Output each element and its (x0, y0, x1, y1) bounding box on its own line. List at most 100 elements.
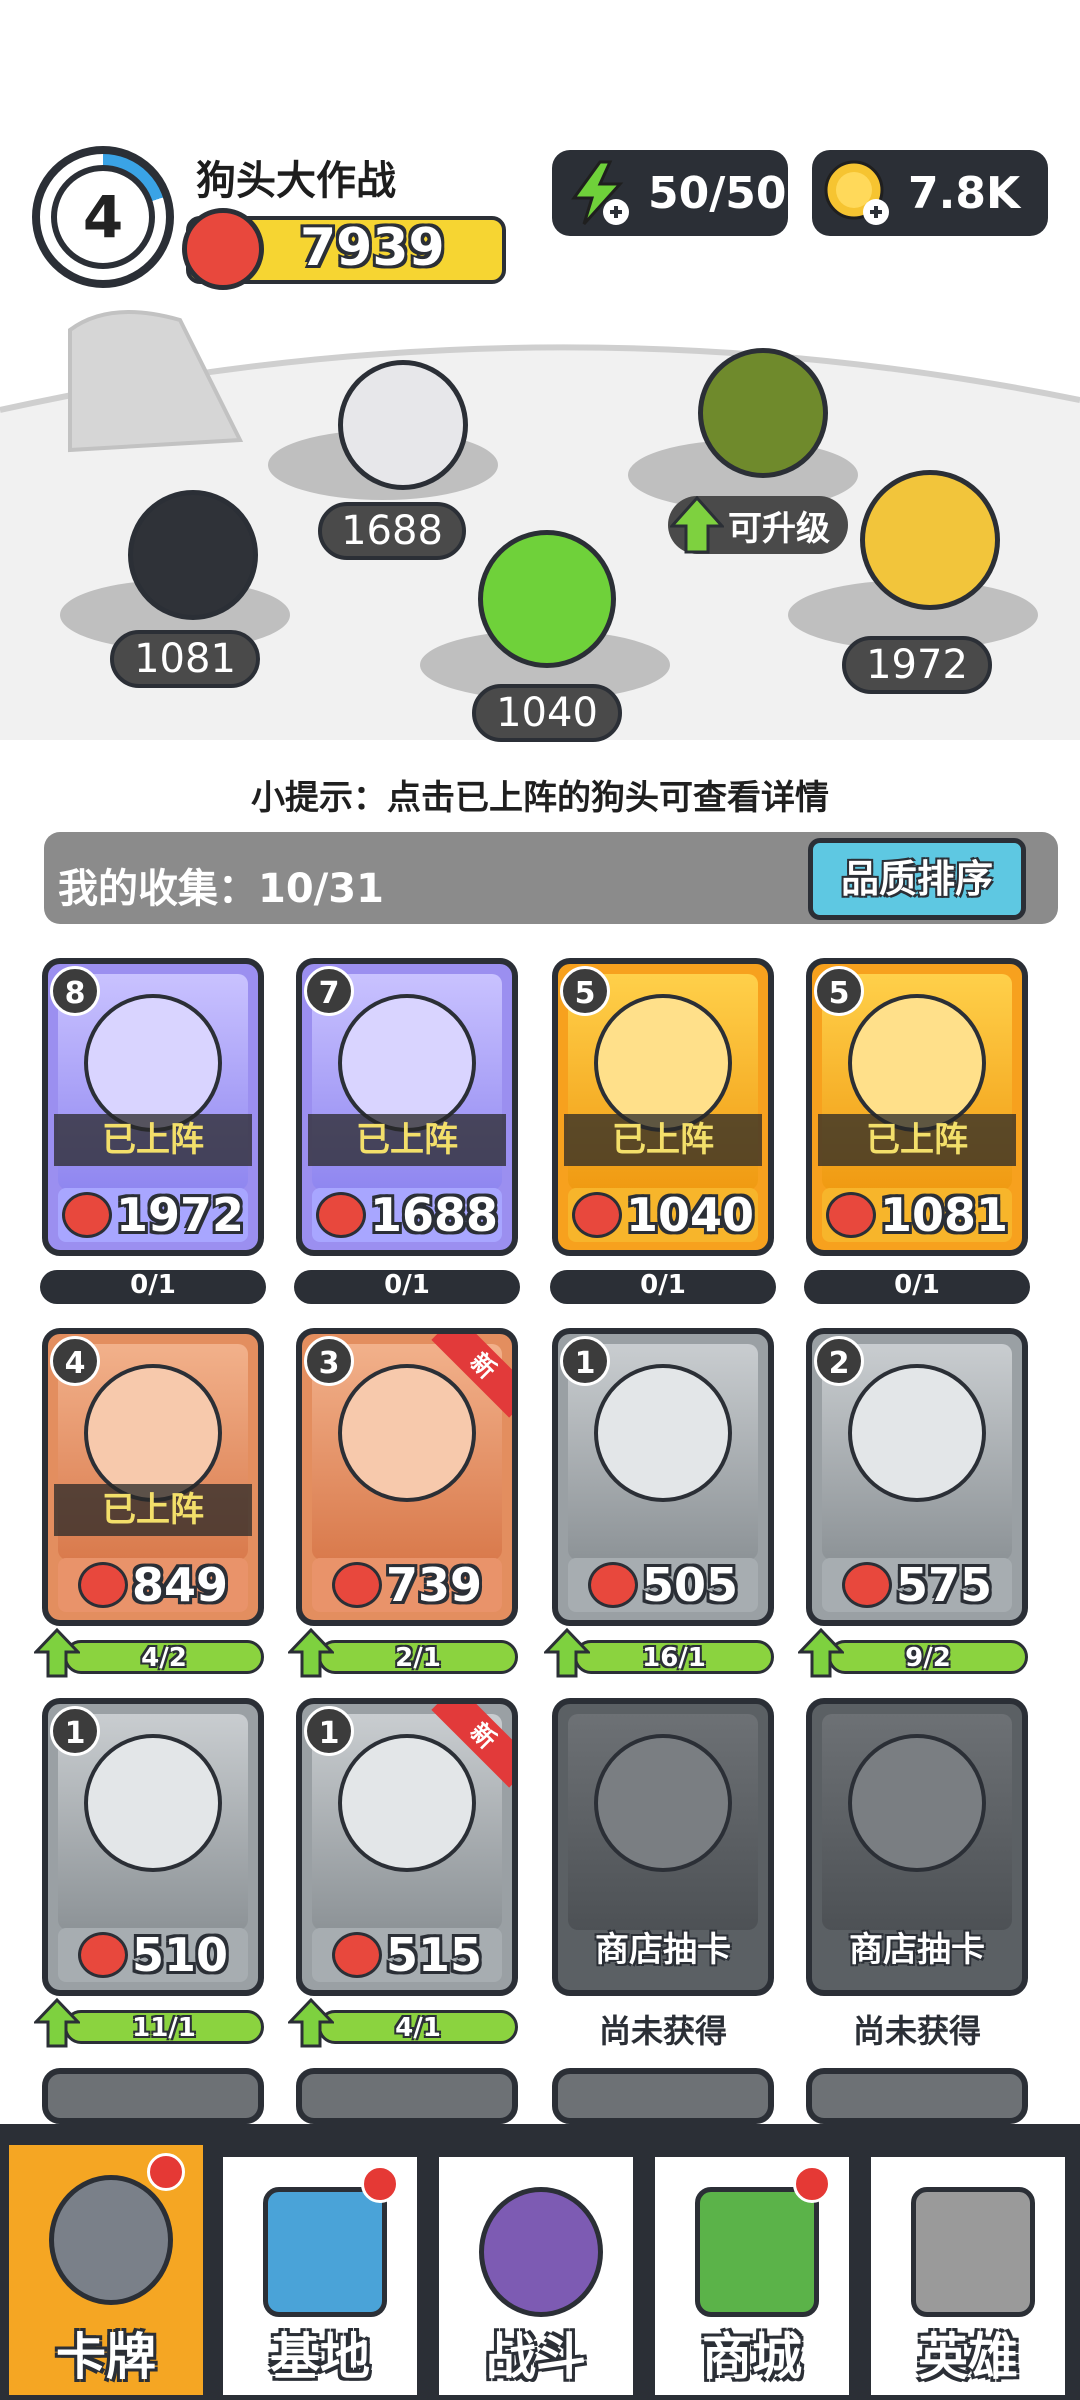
nav-tab-1[interactable]: 基地 (218, 2152, 422, 2400)
notification-dot (793, 2165, 831, 2203)
upgrade-arrow-icon[interactable] (34, 1998, 80, 2048)
dog-card[interactable] (296, 2068, 518, 2124)
dog-card[interactable] (552, 2068, 774, 2124)
player-level: 4 (51, 165, 155, 269)
dog-portrait (338, 994, 476, 1132)
card-power-value: 739 (385, 1558, 483, 1612)
card-level-badge: 8 (50, 966, 100, 1016)
upgrade-arrow-icon (670, 496, 724, 554)
shop-draw-label: 商店抽卡 (595, 1930, 731, 1970)
dog-portrait (338, 1364, 476, 1502)
ninja-dog-avatar[interactable] (128, 490, 258, 620)
card-fragment-progress: 2/1 (318, 1640, 518, 1674)
card-power: 739 (312, 1558, 502, 1612)
nav-tab-0[interactable]: 卡牌 (4, 2140, 208, 2400)
not-owned-label: 尚未获得 (852, 2012, 981, 2050)
upgrade-available-pill[interactable]: 可升级 (668, 496, 848, 554)
total-power-value: 7939 (300, 218, 445, 278)
bling-dog-avatar[interactable] (338, 360, 468, 490)
upgrade-label: 可升级 (728, 508, 830, 549)
collection-count: 我的收集：10/31 (58, 866, 384, 912)
dog-portrait (848, 1734, 986, 1872)
arena-dog-power: 1040 (472, 684, 622, 742)
dog-card[interactable]: 8 已上阵 1972 (42, 958, 264, 1256)
dog-card[interactable]: 3 新 739 (296, 1328, 518, 1626)
soldier-dog-avatar[interactable] (698, 348, 828, 478)
lightning-plus-icon (571, 160, 629, 226)
dog-card[interactable]: 1 505 (552, 1328, 774, 1626)
money-icon (695, 2187, 819, 2317)
card-power: 515 (312, 1928, 502, 1982)
power-gem-icon (77, 1562, 128, 1608)
card-power: 575 (822, 1558, 1012, 1612)
energy-pill[interactable]: 50/50 (552, 150, 788, 236)
dog-portrait (594, 994, 732, 1132)
shop-draw-label: 商店抽卡 (849, 1930, 985, 1970)
dog-card[interactable]: 5 已上阵 1081 (806, 958, 1028, 1256)
card-level-badge: 3 (304, 1336, 354, 1386)
dog-card[interactable]: 2 575 (806, 1328, 1028, 1626)
upgrade-arrow-icon[interactable] (288, 1998, 334, 2048)
deployed-label: 已上阵 (54, 1484, 252, 1536)
nav-tab-label: 基地 (270, 2328, 370, 2386)
dog-card[interactable] (806, 2068, 1028, 2124)
power-gem-icon (841, 1562, 892, 1608)
coin-pill[interactable]: 7.8K (812, 150, 1048, 236)
dog-card[interactable]: 5 已上阵 1040 (552, 958, 774, 1256)
card-fragment-progress: 0/1 (40, 1270, 266, 1304)
upgrade-arrow-icon[interactable] (544, 1628, 590, 1678)
card-level-badge: 4 (50, 1336, 100, 1386)
deployed-label: 已上阵 (564, 1114, 762, 1166)
arena-dog-power: 1688 (318, 502, 466, 560)
energy-value: 50/50 (648, 167, 787, 219)
card-level-badge: 5 (560, 966, 610, 1016)
card-fragment-progress: 4/2 (64, 1640, 264, 1674)
card-fragment-progress: 0/1 (804, 1270, 1030, 1304)
arena-dog-power: 1972 (842, 636, 992, 694)
card-power: 1972 (58, 1188, 248, 1242)
upgrade-arrow-icon[interactable] (34, 1628, 80, 1678)
upgrade-arrow-icon[interactable] (288, 1628, 334, 1678)
card-power-value: 1972 (115, 1188, 245, 1242)
game-title: 狗头大作战 (196, 158, 396, 204)
nav-tab-2[interactable]: 战斗 (434, 2152, 638, 2400)
dog-card[interactable]: 商店抽卡 (806, 1698, 1028, 1996)
dog-portrait (84, 994, 222, 1132)
dog-card[interactable]: 1 510 (42, 1698, 264, 1996)
paw-icon (479, 2187, 603, 2317)
dog-card[interactable]: 1 新 515 (296, 1698, 518, 1996)
power-gem-icon (331, 1562, 382, 1608)
power-gem-icon (331, 1932, 382, 1978)
dog-card[interactable]: 7 已上阵 1688 (296, 958, 518, 1256)
player-level-ring[interactable]: 4 (32, 146, 174, 288)
card-level-badge: 1 (560, 1336, 610, 1386)
arena-dog-power: 1081 (110, 630, 260, 688)
power-gem-icon (61, 1192, 112, 1238)
golden-warrior-dog-avatar[interactable] (860, 470, 1000, 610)
card-power: 1081 (822, 1188, 1012, 1242)
card-level-badge: 5 (814, 966, 864, 1016)
upgrade-arrow-icon[interactable] (798, 1628, 844, 1678)
quality-sort-button[interactable]: 品质排序 (808, 838, 1026, 920)
card-power-value: 1040 (625, 1188, 755, 1242)
notification-dot (147, 2153, 185, 2191)
nav-tab-3[interactable]: 商城 (650, 2152, 854, 2400)
card-fragment-progress: 9/2 (828, 1640, 1028, 1674)
coin-plus-icon (824, 160, 889, 225)
card-fragment-progress: 4/1 (318, 2010, 518, 2044)
dog-portrait (594, 1364, 732, 1502)
dog-card[interactable]: 4 已上阵 849 (42, 1328, 264, 1626)
card-power: 505 (568, 1558, 758, 1612)
tip-text: 小提示：点击已上阵的狗头可查看详情 (251, 778, 829, 818)
dog-card[interactable] (42, 2068, 264, 2124)
card-fragment-progress: 0/1 (294, 1270, 520, 1304)
dog-card[interactable]: 商店抽卡 (552, 1698, 774, 1996)
card-power-value: 1688 (369, 1188, 499, 1242)
power-gem-icon (571, 1192, 622, 1238)
dino-dog-avatar[interactable] (478, 530, 616, 668)
dog-portrait (848, 994, 986, 1132)
nav-tab-4[interactable]: 英雄 (866, 2152, 1070, 2400)
notification-dot (361, 2165, 399, 2203)
card-level-badge: 1 (304, 1706, 354, 1756)
card-power: 510 (58, 1928, 248, 1982)
